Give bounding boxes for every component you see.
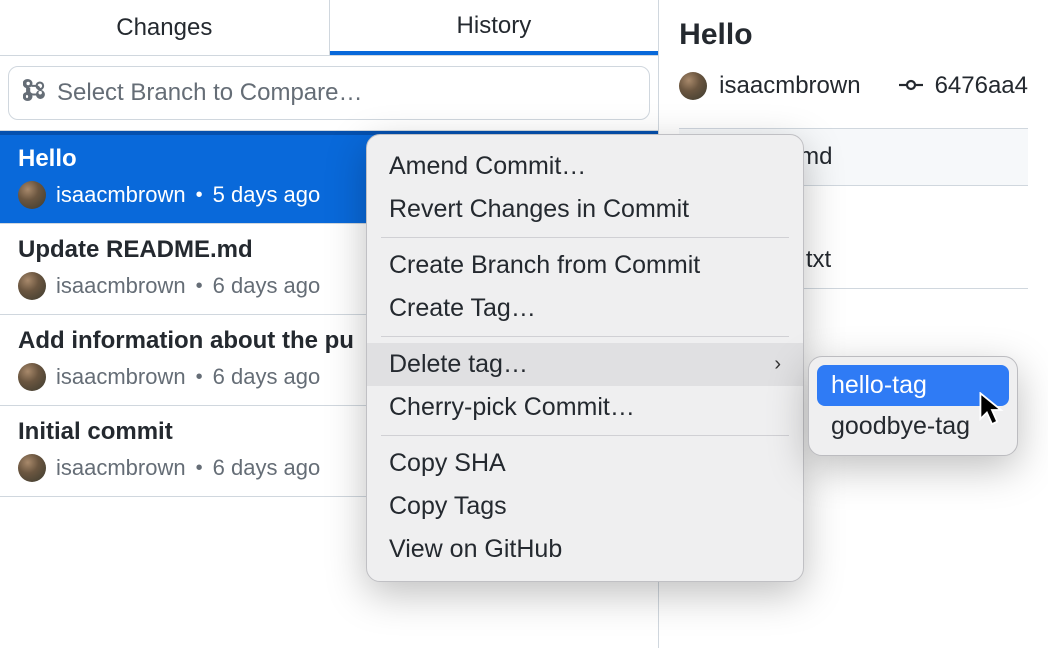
commit-time: 5 days ago: [213, 182, 321, 208]
menu-copy-tags[interactable]: Copy Tags: [367, 485, 803, 528]
tab-history[interactable]: History: [330, 0, 659, 55]
avatar: [18, 363, 46, 391]
commit-time: 6 days ago: [213, 455, 321, 481]
commit-sha-icon: [899, 72, 923, 100]
dot-separator: •: [196, 184, 203, 207]
menu-revert-commit[interactable]: Revert Changes in Commit: [367, 188, 803, 231]
commit-author: isaacmbrown: [56, 182, 186, 208]
submenu-item-goodbye-tag[interactable]: goodbye-tag: [817, 406, 1009, 447]
menu-create-tag[interactable]: Create Tag…: [367, 287, 803, 330]
detail-sha: 6476aa4: [935, 72, 1028, 100]
dot-separator: •: [196, 275, 203, 298]
avatar: [18, 181, 46, 209]
chevron-right-icon: ›: [774, 353, 781, 376]
commit-context-menu: Amend Commit… Revert Changes in Commit C…: [366, 134, 804, 582]
commit-time: 6 days ago: [213, 364, 321, 390]
menu-create-branch[interactable]: Create Branch from Commit: [367, 244, 803, 287]
menu-separator: [381, 237, 789, 238]
menu-cherry-pick[interactable]: Cherry-pick Commit…: [367, 386, 803, 429]
menu-view-on-github[interactable]: View on GitHub: [367, 528, 803, 571]
menu-delete-tag[interactable]: Delete tag… ›: [367, 343, 803, 386]
delete-tag-submenu: hello-tag goodbye-tag: [808, 356, 1018, 456]
branch-compare-selector[interactable]: Select Branch to Compare…: [8, 66, 650, 120]
submenu-item-hello-tag[interactable]: hello-tag: [817, 365, 1009, 406]
detail-meta: isaacmbrown 6476aa4: [679, 72, 1028, 100]
commit-author: isaacmbrown: [56, 455, 186, 481]
commit-time: 6 days ago: [213, 273, 321, 299]
commit-author: isaacmbrown: [56, 273, 186, 299]
avatar: [679, 72, 707, 100]
avatar: [18, 454, 46, 482]
detail-title: Hello: [679, 18, 1028, 52]
menu-separator: [381, 336, 789, 337]
menu-copy-sha[interactable]: Copy SHA: [367, 442, 803, 485]
dot-separator: •: [196, 457, 203, 480]
avatar: [18, 272, 46, 300]
dot-separator: •: [196, 366, 203, 389]
commit-author: isaacmbrown: [56, 364, 186, 390]
menu-separator: [381, 435, 789, 436]
menu-amend-commit[interactable]: Amend Commit…: [367, 145, 803, 188]
git-branch-icon: [23, 79, 45, 108]
tabs: Changes History: [0, 0, 658, 56]
tab-changes[interactable]: Changes: [0, 0, 330, 55]
menu-delete-tag-label: Delete tag…: [389, 350, 528, 379]
detail-author: isaacmbrown: [719, 72, 860, 100]
branch-compare-placeholder: Select Branch to Compare…: [57, 79, 362, 107]
